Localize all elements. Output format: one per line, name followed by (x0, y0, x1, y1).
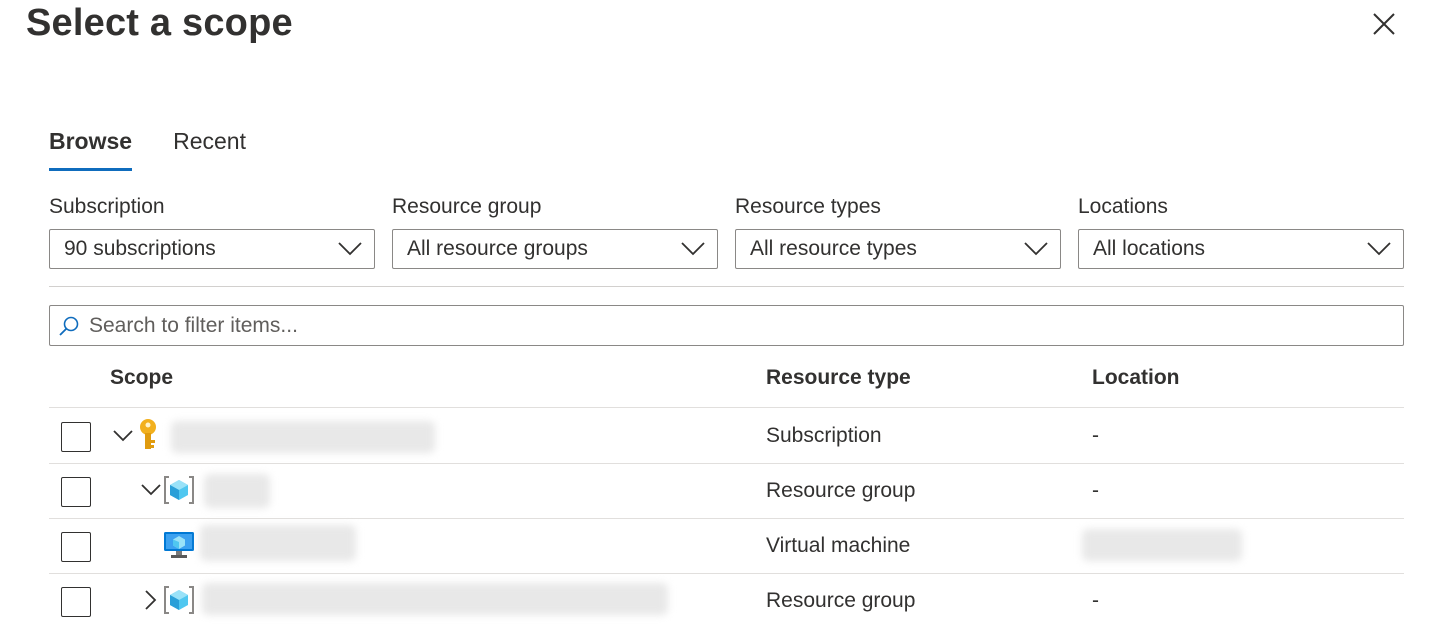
resource-group-filter: Resource group All resource groups (392, 193, 718, 269)
chevron-down-icon (681, 242, 705, 256)
column-header-resource-type[interactable]: Resource type (766, 366, 911, 390)
row-checkbox[interactable] (61, 587, 91, 617)
chevron-down-icon (1024, 242, 1048, 256)
vm-location-redacted (1082, 529, 1242, 561)
table-row[interactable]: Resource group - (49, 464, 1404, 519)
vm-name-redacted (200, 525, 356, 561)
dialog-title: Select a scope (26, 2, 293, 44)
column-header-scope[interactable]: Scope (110, 366, 173, 390)
chevron-down-icon (338, 242, 362, 256)
resource-group-dropdown-value: All resource groups (407, 237, 588, 260)
tab-recent[interactable]: Recent (173, 128, 246, 171)
filter-bar: Subscription 90 subscriptions Resource g… (49, 193, 1404, 269)
table-row[interactable]: Resource group - (49, 574, 1404, 628)
close-icon[interactable] (1370, 10, 1398, 38)
row-location: - (1092, 424, 1099, 447)
resource-types-dropdown-value: All resource types (750, 237, 917, 260)
tab-browse[interactable]: Browse (49, 128, 133, 171)
row-resource-type: Resource group (766, 479, 916, 502)
column-header-location[interactable]: Location (1092, 366, 1180, 390)
resource-group-name-redacted (204, 474, 270, 508)
chevron-down-icon[interactable] (112, 425, 134, 447)
subscription-name-redacted (171, 421, 435, 453)
subscription-filter-label: Subscription (49, 195, 165, 218)
subscription-dropdown-value: 90 subscriptions (64, 237, 216, 260)
table-row[interactable]: Subscription - (49, 409, 1404, 464)
row-resource-type: Subscription (766, 424, 882, 447)
resource-types-dropdown[interactable]: All resource types (735, 229, 1061, 269)
chevron-down-icon[interactable] (140, 479, 162, 501)
locations-filter-label: Locations (1078, 195, 1168, 218)
locations-filter: Locations All locations (1078, 193, 1404, 269)
row-resource-type: Virtual machine (766, 534, 911, 557)
divider (49, 286, 1404, 287)
chevron-right-icon[interactable] (140, 589, 162, 611)
locations-dropdown-value: All locations (1093, 237, 1206, 260)
resource-types-filter: Resource types All resource types (735, 193, 1061, 269)
tab-bar: Browse Recent (49, 128, 287, 172)
row-location: - (1092, 589, 1099, 612)
resource-group-name-redacted (202, 583, 668, 615)
resource-group-icon (164, 586, 194, 614)
row-location: - (1092, 479, 1099, 502)
table-header: Scope Resource type Location (49, 360, 1404, 408)
row-checkbox[interactable] (61, 477, 91, 507)
subscription-filter: Subscription 90 subscriptions (49, 193, 375, 269)
search-icon (59, 316, 79, 336)
locations-dropdown[interactable]: All locations (1078, 229, 1404, 269)
chevron-down-icon (1367, 242, 1391, 256)
virtual-machine-icon (164, 532, 194, 558)
resource-group-icon (164, 476, 194, 504)
subscription-dropdown[interactable]: 90 subscriptions (49, 229, 375, 269)
row-checkbox[interactable] (61, 422, 91, 452)
row-resource-type: Resource group (766, 589, 916, 612)
key-icon (140, 419, 156, 449)
resource-group-filter-label: Resource group (392, 195, 542, 218)
resource-group-dropdown[interactable]: All resource groups (392, 229, 718, 269)
table-row[interactable]: Virtual machine (49, 519, 1404, 574)
search-input[interactable] (89, 313, 1379, 338)
resource-types-filter-label: Resource types (735, 195, 881, 218)
row-checkbox[interactable] (61, 532, 91, 562)
search-box[interactable] (49, 305, 1404, 346)
